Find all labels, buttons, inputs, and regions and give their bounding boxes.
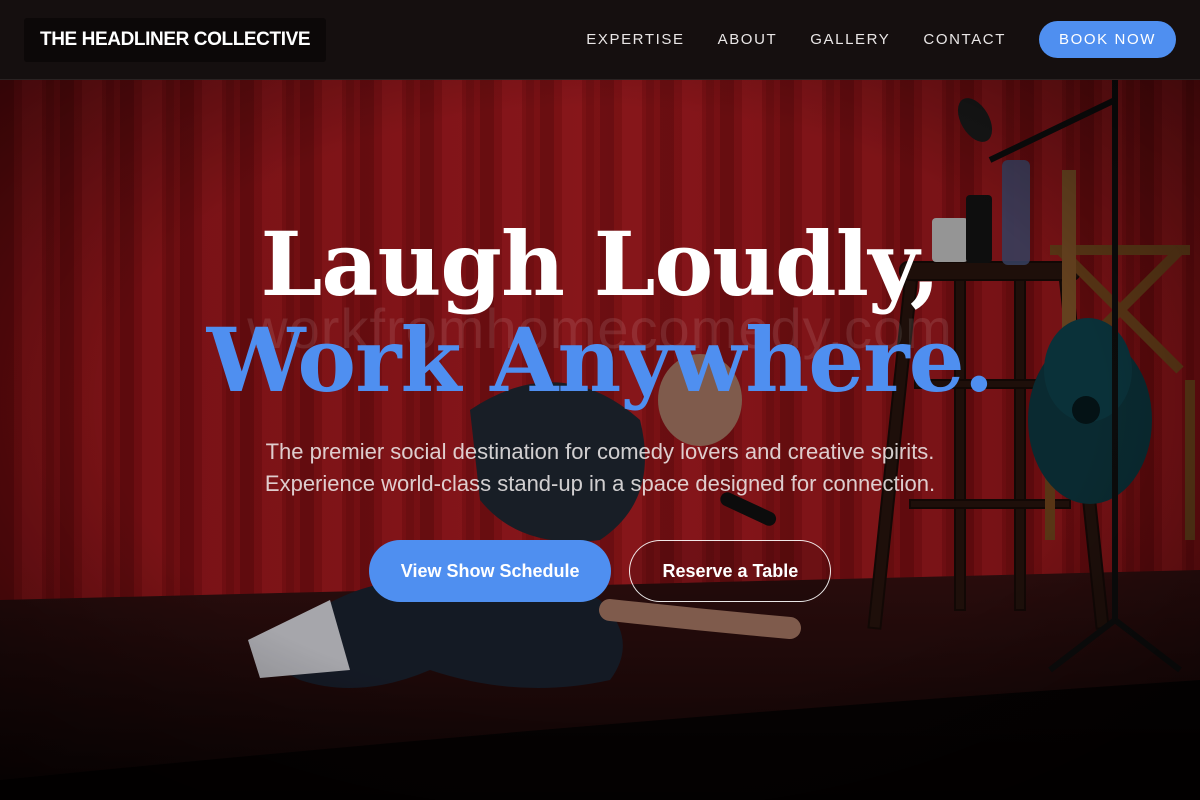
hero-heading-line2: Work Anywhere. (206, 308, 994, 412)
nav-link-gallery[interactable]: GALLERY (810, 31, 890, 48)
site-header: THE HEADLINER COLLECTIVE EXPERTISE ABOUT… (0, 0, 1200, 80)
site-logo[interactable]: THE HEADLINER COLLECTIVE (24, 17, 327, 62)
nav-link-about[interactable]: ABOUT (718, 31, 778, 48)
hero-content: Laugh Loudly, Work Anywhere. The premier… (0, 80, 1200, 602)
hero-subtitle-line2: Experience world-class stand-up in a spa… (264, 471, 936, 496)
view-show-schedule-button[interactable]: View Show Schedule (368, 540, 612, 602)
nav-link-contact[interactable]: CONTACT (923, 31, 1006, 48)
hero-heading-line1: Laugh Loudly, (260, 212, 941, 316)
book-now-button[interactable]: BOOK NOW (1039, 21, 1176, 58)
reserve-table-button[interactable]: Reserve a Table (629, 540, 832, 602)
hero-subtitle-line1: The premier social destination for comed… (265, 439, 935, 464)
hero-subtitle: The premier social destination for comed… (0, 436, 1200, 500)
nav-link-expertise[interactable]: EXPERTISE (586, 31, 684, 48)
hero-actions: View Show Schedule Reserve a Table (0, 540, 1200, 602)
main-nav: EXPERTISE ABOUT GALLERY CONTACT BOOK NOW (553, 21, 1176, 58)
